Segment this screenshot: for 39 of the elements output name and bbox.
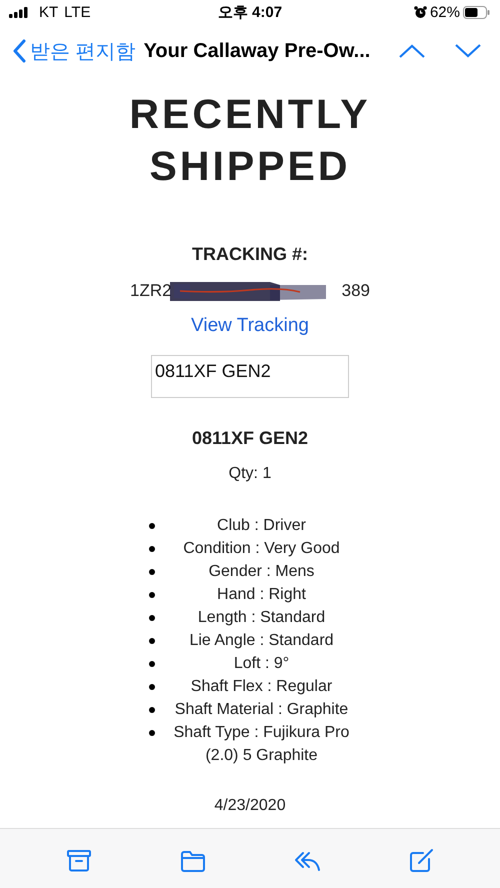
alarm-clock-icon xyxy=(414,6,427,18)
bullet-dot xyxy=(148,661,154,667)
back-button[interactable]: 받은 편지함 xyxy=(13,38,136,64)
tracking-number-end: 389 xyxy=(342,281,370,301)
product-name: 0811XF GEN2 xyxy=(192,428,308,449)
clock-time: 오후 4:07 xyxy=(218,4,282,21)
bullet-dot xyxy=(148,546,154,552)
bullet-dot xyxy=(148,638,154,644)
tracking-label: TRACKING #: xyxy=(192,244,308,265)
signal-icon xyxy=(9,6,29,18)
bullet-dot xyxy=(148,707,154,713)
spec-item: Shaft Type : Fujikura Pro (2.0) 5 Graphite xyxy=(172,723,350,766)
battery-icon xyxy=(463,6,490,18)
network-type: LTE xyxy=(64,4,91,20)
product-image-alt-text: 0811XF GEN2 xyxy=(151,355,349,398)
view-tracking-link[interactable]: View Tracking xyxy=(191,315,309,337)
bullet-dot xyxy=(148,592,154,598)
back-chevron-icon xyxy=(13,39,26,63)
spec-item: Length : Standard xyxy=(196,608,326,628)
battery-percent: 62% xyxy=(430,4,460,20)
spec-item: Condition : Very Good xyxy=(182,539,341,559)
compose-button[interactable] xyxy=(407,847,435,875)
email-heading: RECENTLY SHIPPED xyxy=(129,90,371,191)
spec-item: Gender : Mens xyxy=(208,562,316,582)
bullet-dot xyxy=(148,569,154,575)
spec-item: Shaft Material : Graphite xyxy=(174,700,350,720)
carrier-name: KT xyxy=(39,4,58,20)
spec-item: Hand : Right xyxy=(216,585,307,605)
bullet-dot xyxy=(148,684,154,690)
email-subject: Your Callaway Pre-Ow... xyxy=(144,40,372,62)
spec-item: Club : Driver xyxy=(216,516,307,536)
email-date: 4/23/2020 xyxy=(214,797,286,815)
spec-item: Loft : 9° xyxy=(232,654,290,674)
quantity: Qty: 1 xyxy=(228,465,272,483)
bullet-dot xyxy=(148,615,154,621)
bullet-dot xyxy=(148,730,154,736)
spec-item: Lie Angle : Standard xyxy=(188,631,335,651)
spec-item: Shaft Flex : Regular xyxy=(190,677,334,697)
bullet-dot xyxy=(148,523,154,529)
